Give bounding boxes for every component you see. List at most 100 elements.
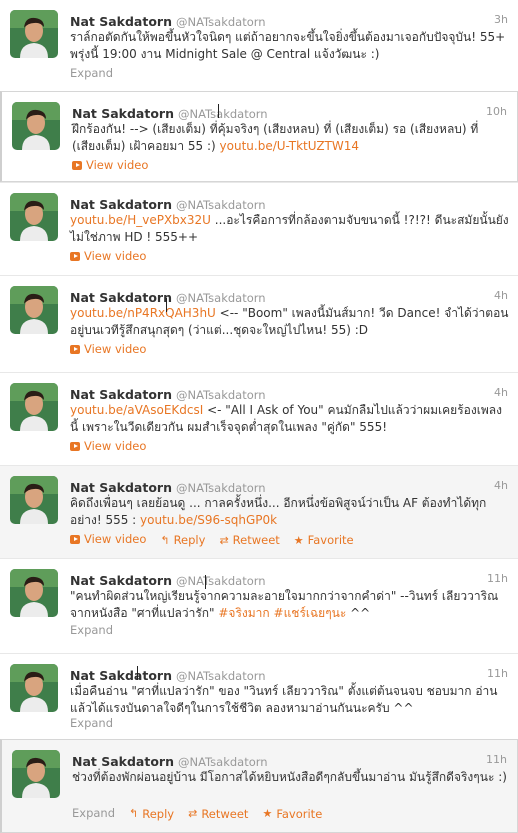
- tweet-header: Nat Sakdatorn @NATsakdatorn: [70, 11, 510, 29]
- view-video-link[interactable]: View video: [72, 158, 148, 172]
- tweet-text: เมื่อคืนอ่าน "ศาที่แปลว่ารัก" ของ "วินทร…: [70, 683, 510, 717]
- user-handle[interactable]: @NATsakdatorn: [176, 198, 266, 212]
- avatar[interactable]: [10, 193, 58, 241]
- text-cursor: [166, 298, 167, 312]
- tweet-text-segment: เมื่อคืนอ่าน "ศาที่แปลว่ารัก" ของ "วินทร…: [70, 684, 498, 715]
- view-video-link[interactable]: View video: [70, 439, 146, 453]
- expand-label: Expand: [70, 66, 114, 80]
- tweet: Nat Sakdatorn @NATsakdatorn 11h "คนทำผิดส่ว…: [0, 558, 518, 653]
- tweet-timestamp[interactable]: 10h: [486, 105, 507, 118]
- reply-label: Reply: [173, 533, 206, 547]
- user-handle[interactable]: @NATsakdatorn: [176, 388, 266, 402]
- tweet-timestamp[interactable]: 4h: [494, 479, 508, 492]
- avatar[interactable]: [10, 476, 58, 524]
- tweet-actions: View video: [70, 249, 160, 264]
- expand-link[interactable]: Expand: [70, 716, 113, 730]
- video-play-icon: [70, 441, 80, 451]
- tweet: Nat Sakdatorn @NATsakdatorn 10h ฝึกร้องกัน!…: [0, 91, 518, 182]
- text-cursor: [137, 666, 138, 680]
- view-video-label: View video: [86, 158, 149, 172]
- user-name[interactable]: Nat Sakdatorn: [70, 197, 172, 212]
- user-name[interactable]: Nat Sakdatorn: [70, 480, 172, 495]
- text-cursor: [218, 104, 219, 118]
- tweet: Nat Sakdatorn @NATsakdatorn 4h youtu.be/aVA…: [0, 372, 518, 465]
- video-play-icon: [70, 251, 80, 261]
- user-name[interactable]: Nat Sakdatorn: [70, 573, 172, 588]
- user-handle[interactable]: @NATsakdatorn: [178, 107, 268, 121]
- tweet: Nat Sakdatorn @NATsakdatorn 11h เมื่อคืนอ่า…: [0, 653, 518, 739]
- tweet-link[interactable]: youtu.be/nP4RxQAH3hU: [70, 306, 216, 320]
- hashtag-link[interactable]: #จริงมาก: [218, 606, 269, 620]
- tweet-header: Nat Sakdatorn @NATsakdatorn: [72, 103, 509, 121]
- view-video-link[interactable]: View video: [70, 342, 146, 356]
- avatar[interactable]: [10, 286, 58, 334]
- tweet-text: ฝึกร้องกัน! --> (เสียงเต็ม) ที่คุ้มจริงๆ…: [72, 121, 509, 155]
- retweet-button[interactable]: ⇄ Retweet: [188, 807, 248, 821]
- expand-label: Expand: [70, 716, 114, 730]
- user-handle[interactable]: @NATsakdatorn: [176, 481, 266, 495]
- user-name[interactable]: Nat Sakdatorn: [72, 754, 174, 769]
- retweet-label: Retweet: [201, 806, 249, 821]
- tweet: Nat Sakdatorn @NATsakdatorn 11h ช่วงที่ต้อง…: [0, 739, 518, 833]
- expand-link[interactable]: Expand: [72, 806, 115, 820]
- tweet-timestamp[interactable]: 4h: [494, 289, 508, 302]
- retweet-button[interactable]: ⇄ Retweet: [219, 533, 279, 547]
- tweet-timestamp[interactable]: 11h: [486, 753, 507, 766]
- user-handle[interactable]: @NATsakdatorn: [176, 669, 266, 683]
- view-video-link[interactable]: View video: [70, 249, 146, 263]
- tweet-header: Nat Sakdatorn @NATsakdatorn: [70, 570, 510, 588]
- avatar[interactable]: [10, 10, 58, 58]
- tweet-timestamp[interactable]: 4h: [494, 386, 508, 399]
- tweet-timestamp[interactable]: 11h: [487, 572, 508, 585]
- tweet-link[interactable]: youtu.be/H_vePXbx32U: [70, 213, 211, 227]
- tweet: Nat Sakdatorn @NATsakdatorn youtu.be/H_veP…: [0, 182, 518, 275]
- tweet-text-segment: ราล์กอตัดกันให้พอขึ้นหัวใจนิดๆ แต่ถ้าอยา…: [70, 30, 506, 61]
- tweet-header: Nat Sakdatorn @NATsakdatorn: [70, 384, 510, 402]
- user-name[interactable]: Nat Sakdatorn: [70, 387, 172, 402]
- reply-button[interactable]: ↰ Reply: [129, 807, 174, 821]
- avatar[interactable]: [10, 383, 58, 431]
- expand-link[interactable]: Expand: [70, 66, 113, 80]
- tweet-link[interactable]: youtu.be/aVAsoEKdcsI: [70, 403, 203, 417]
- favorite-button[interactable]: ★ Favorite: [262, 807, 322, 821]
- tweet-text-segment: คิดถึงเพื่อนๆ เลยย้อนดู ... กาลครั้งหนึ่…: [70, 496, 487, 527]
- avatar[interactable]: [12, 102, 60, 150]
- view-video-label: View video: [84, 249, 147, 263]
- tweet-header: Nat Sakdatorn @NATsakdatorn: [70, 477, 510, 495]
- tweet-link[interactable]: youtu.be/U-TktUZTW14: [220, 139, 359, 153]
- tweet-header: Nat Sakdatorn @NATsakdatorn: [72, 751, 509, 769]
- view-video-label: View video: [84, 342, 147, 356]
- user-name[interactable]: Nat Sakdatorn: [70, 290, 172, 305]
- tweet-actions: View video: [72, 158, 162, 173]
- user-handle[interactable]: @NATsakdatorn: [176, 574, 266, 588]
- avatar[interactable]: [12, 750, 60, 798]
- tweet-text: youtu.be/aVAsoEKdcsI <- "All I Ask of Yo…: [70, 402, 510, 436]
- tweet-header: Nat Sakdatorn @NATsakdatorn: [70, 665, 510, 683]
- tweet-timestamp[interactable]: 11h: [487, 667, 508, 680]
- user-handle[interactable]: @NATsakdatorn: [176, 291, 266, 305]
- expand-label: Expand: [70, 623, 114, 637]
- view-video-link[interactable]: View video: [70, 532, 146, 546]
- text-cursor: [205, 575, 206, 589]
- tweet-link[interactable]: youtu.be/S96-sqhGP0k: [140, 513, 277, 527]
- tweet-header: Nat Sakdatorn @NATsakdatorn: [70, 194, 510, 212]
- expand-link[interactable]: Expand: [70, 623, 113, 637]
- star-icon: ★: [262, 807, 273, 820]
- user-name[interactable]: Nat Sakdatorn: [70, 668, 172, 683]
- hashtag-link[interactable]: #แชร์เฉยๆนะ: [274, 606, 347, 620]
- tweet-actions: Expand: [70, 66, 127, 80]
- tweet-text: "คนทำผิดส่วนใหญ่เรียนรู้จากความละอายใจมา…: [70, 588, 510, 622]
- user-name[interactable]: Nat Sakdatorn: [70, 14, 172, 29]
- avatar[interactable]: [10, 664, 58, 712]
- user-handle[interactable]: @NATsakdatorn: [176, 15, 266, 29]
- favorite-label: Favorite: [307, 533, 354, 547]
- favorite-button[interactable]: ★ Favorite: [294, 533, 354, 547]
- tweet: Nat Sakdatorn @NATsakdatorn 3h ราล์กอตัดกัน…: [0, 0, 518, 91]
- user-name[interactable]: Nat Sakdatorn: [72, 106, 174, 121]
- reply-button[interactable]: ↰ Reply: [160, 533, 205, 547]
- user-handle[interactable]: @NATsakdatorn: [178, 755, 268, 769]
- tweet-text-segment: ช่วงที่ต้องพักผ่อนอยู่บ้าน มีโอกาสได้หยิ…: [72, 770, 507, 784]
- video-play-icon: [72, 160, 82, 170]
- avatar[interactable]: [10, 569, 58, 617]
- tweet-timestamp[interactable]: 3h: [494, 13, 508, 26]
